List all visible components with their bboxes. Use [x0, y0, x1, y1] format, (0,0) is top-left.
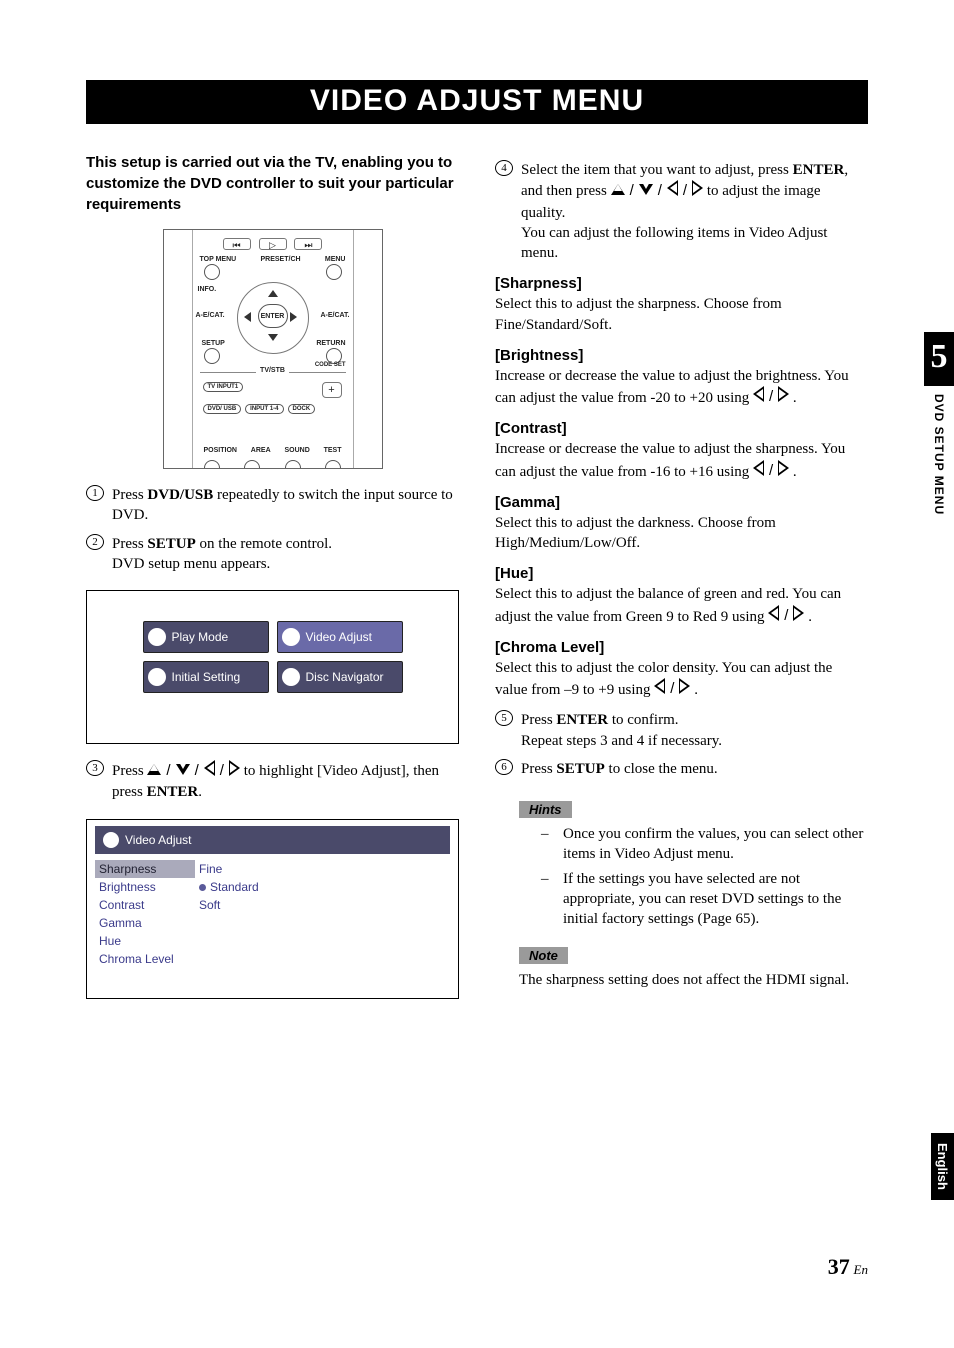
- step-number-icon: 2: [86, 534, 104, 550]
- va-gamma-label: Gamma: [95, 914, 195, 932]
- step-4: 4 Select the item that you want to adjus…: [495, 160, 868, 263]
- hints-list: –Once you confirm the values, you can se…: [541, 824, 868, 929]
- remote-diagram: ⏮ ▷ ⏭ TOP MENU PRESET/CH MENU INFO. ENTE…: [163, 229, 383, 469]
- va-chroma-label: Chroma Level: [95, 950, 195, 968]
- aecat-left-label: A-E/CAT.: [196, 312, 225, 319]
- chapter-tab: 5 DVD SETUP MENU: [924, 332, 954, 515]
- step-1: 1 Press DVD/USB repeatedly to switch the…: [86, 485, 459, 526]
- video-adjust-panel: Video Adjust SharpnessFine BrightnessSta…: [86, 819, 459, 999]
- va-contrast-label: Contrast: [95, 896, 195, 914]
- contrast-heading: [Contrast]: [495, 420, 868, 437]
- setup-label: SETUP: [202, 340, 225, 347]
- disc-navigator-icon: [282, 668, 300, 686]
- left-arrow-icon: [768, 605, 779, 627]
- input14-label: INPUT 1-4: [245, 404, 283, 414]
- chapter-label: DVD SETUP MENU: [932, 394, 946, 515]
- up-arrow-icon: [611, 181, 625, 201]
- hue-body: Select this to adjust the balance of gre…: [495, 584, 868, 627]
- info-label: INFO.: [198, 286, 217, 293]
- codeset-label: CODE SET: [315, 362, 346, 368]
- tvstb-label: TV/STB: [256, 367, 289, 374]
- play-icon: ▷: [259, 238, 287, 250]
- menu-disc-navigator: Disc Navigator: [277, 661, 403, 693]
- right-arrow-icon: [778, 460, 789, 482]
- va-brightness-label: Brightness: [95, 878, 195, 896]
- setup-menu-panel: Play Mode Video Adjust Initial Setting D…: [86, 590, 459, 744]
- dock-label: DOCK: [288, 404, 316, 414]
- test-label: TEST: [324, 447, 342, 454]
- step-number-icon: 4: [495, 160, 513, 176]
- step-number-icon: 5: [495, 710, 513, 726]
- gamma-heading: [Gamma]: [495, 494, 868, 511]
- menu-video-adjust: Video Adjust: [277, 621, 403, 653]
- right-arrow-icon: [793, 605, 804, 627]
- sound-label: SOUND: [284, 447, 309, 454]
- hue-heading: [Hue]: [495, 565, 868, 582]
- enter-label: ENTER: [258, 304, 288, 328]
- page-number: 37 En: [828, 1254, 868, 1280]
- step-6: 6 Press SETUP to close the menu.: [495, 759, 868, 779]
- page-title: VIDEO ADJUST MENU: [86, 80, 868, 124]
- plus-icon: +: [322, 382, 342, 398]
- area-label: AREA: [251, 447, 271, 454]
- return-label: RETURN: [316, 340, 345, 347]
- next-icon: ⏭: [294, 238, 322, 250]
- brightness-heading: [Brightness]: [495, 347, 868, 364]
- note-tag: Note: [519, 947, 568, 964]
- left-arrow-icon: [204, 760, 215, 782]
- position-label: POSITION: [204, 447, 237, 454]
- step-number-icon: 1: [86, 485, 104, 501]
- step-number-icon: 3: [86, 760, 104, 776]
- left-arrow-icon: [753, 386, 764, 408]
- menu-label: MENU: [325, 256, 346, 263]
- initial-setting-icon: [148, 668, 166, 686]
- up-arrow-icon: [147, 761, 161, 781]
- play-mode-icon: [148, 628, 166, 646]
- down-arrow-icon: [639, 181, 653, 201]
- left-arrow-icon: [667, 180, 678, 202]
- chroma-heading: [Chroma Level]: [495, 639, 868, 656]
- right-arrow-icon: [778, 386, 789, 408]
- chapter-number: 5: [924, 332, 954, 386]
- sharpness-heading: [Sharpness]: [495, 275, 868, 292]
- right-arrow-icon: [229, 760, 240, 782]
- down-arrow-icon: [176, 761, 190, 781]
- menu-initial-setting: Initial Setting: [143, 661, 269, 693]
- va-hue-label: Hue: [95, 932, 195, 950]
- left-arrow-icon: [753, 460, 764, 482]
- right-arrow-icon: [692, 180, 703, 202]
- step-number-icon: 6: [495, 759, 513, 775]
- language-tab: English: [931, 1133, 954, 1200]
- va-sharpness-label: Sharpness: [95, 860, 195, 878]
- chroma-body: Select this to adjust the color density.…: [495, 658, 868, 701]
- preset-ch-label: PRESET/CH: [261, 256, 301, 263]
- brightness-body: Increase or decrease the value to adjust…: [495, 366, 868, 409]
- menu-play-mode: Play Mode: [143, 621, 269, 653]
- dpad: ENTER: [228, 282, 318, 352]
- aecat-right-label: A-E/CAT.: [320, 312, 349, 319]
- dvdusb-label: DVD/ USB: [203, 404, 242, 414]
- gamma-body: Select this to adjust the darkness. Choo…: [495, 513, 868, 554]
- sharpness-body: Select this to adjust the sharpness. Cho…: [495, 294, 868, 335]
- va-soft-value: Soft: [195, 896, 224, 914]
- prev-icon: ⏮: [223, 238, 251, 250]
- hints-tag: Hints: [519, 801, 572, 818]
- note-body: The sharpness setting does not affect th…: [519, 970, 868, 990]
- top-menu-label: TOP MENU: [200, 256, 237, 263]
- va-standard-value: Standard: [195, 878, 263, 896]
- contrast-body: Increase or decrease the value to adjust…: [495, 439, 868, 482]
- video-adjust-icon: [103, 832, 119, 848]
- va-fine-value: Fine: [195, 860, 226, 878]
- step-5: 5 Press ENTER to confirm.Repeat steps 3 …: [495, 710, 868, 751]
- step-2: 2 Press SETUP on the remote control.DVD …: [86, 534, 459, 575]
- video-adjust-icon: [282, 628, 300, 646]
- left-arrow-icon: [654, 678, 665, 700]
- step-3: 3 Press / / / to highlight [Video Adjust…: [86, 760, 459, 803]
- right-arrow-icon: [679, 678, 690, 700]
- tvinput1-label: TV INPUT1: [203, 382, 244, 392]
- intro-text: This setup is carried out via the TV, en…: [86, 152, 459, 215]
